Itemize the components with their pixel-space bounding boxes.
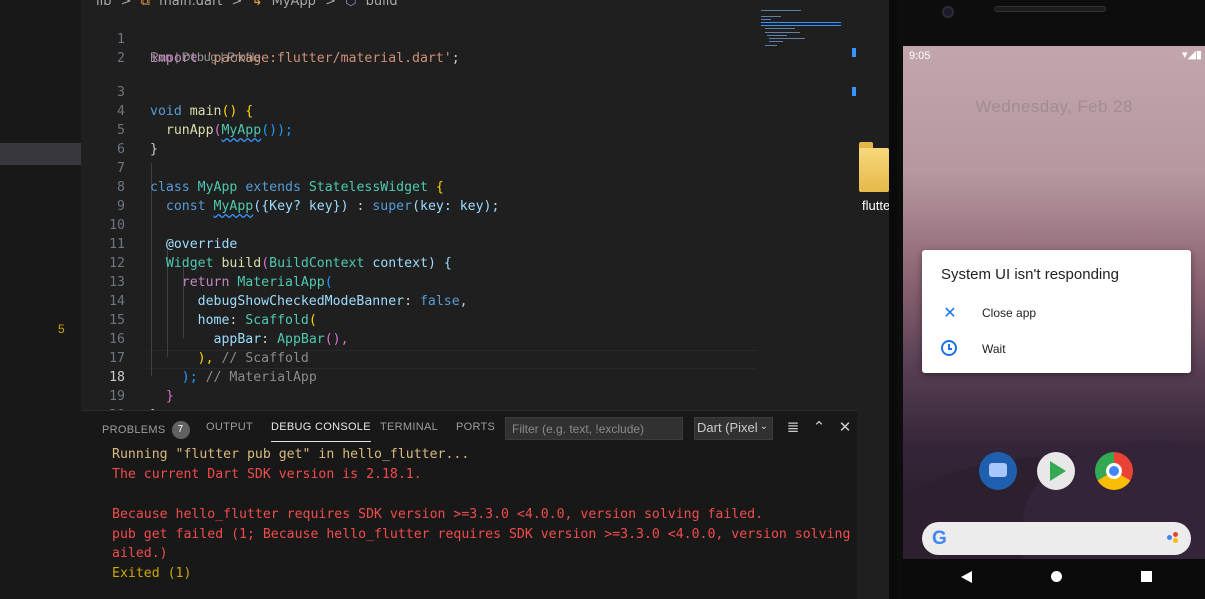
code-line: 18 } xyxy=(109,370,174,404)
tab-problems[interactable]: PROBLEMS 7 xyxy=(102,421,190,439)
code-line: 14 home: Scaffold( xyxy=(109,294,317,328)
code-line: 2 xyxy=(117,51,125,66)
dart-file-icon: ⧉ xyxy=(140,0,150,9)
home-icon[interactable] xyxy=(1051,571,1062,582)
explorer-sidebar xyxy=(0,0,81,410)
window-edge xyxy=(889,0,897,599)
breadcrumb: lib > ⧉ main.dart > ↳ MyApp > ⬡ build xyxy=(96,0,403,9)
console-line: Because hello_flutter requires SDK versi… xyxy=(112,507,764,522)
speaker-grille xyxy=(994,6,1106,12)
console-line: pub get failed (1; Because hello_flutter… xyxy=(112,527,867,542)
code-line: 20 xyxy=(81,387,771,410)
code-line: 8 const MyApp({Key? key}) : super(key: k… xyxy=(117,180,500,214)
desktop-screen: 5 lib > ⧉ main.dart > ↳ MyApp > ⬡ build … xyxy=(0,0,1205,599)
tab-debug-console[interactable]: DEBUG CONSOLE xyxy=(271,421,371,442)
recents-icon[interactable] xyxy=(1141,571,1152,582)
dialog-title: System UI isn't responding xyxy=(941,266,1119,283)
close-app-button[interactable]: ✕ Close app xyxy=(922,299,1191,329)
code-line: 1 import 'package:flutter/material.dart'… xyxy=(117,32,460,66)
method-icon: ⬡ xyxy=(345,0,357,9)
maximize-panel-icon[interactable]: ⌃ xyxy=(811,419,827,435)
code-line: 13 debugShowCheckedModeBanner: false, xyxy=(109,275,468,309)
code-line: 5 } xyxy=(117,123,158,157)
problems-count-marker: 5 xyxy=(58,322,65,336)
code-line: 12 return MaterialApp( xyxy=(109,256,333,290)
code-editor[interactable]: lib > ⧉ main.dart > ↳ MyApp > ⬡ build Ru… xyxy=(81,0,857,410)
code-line: 9 xyxy=(117,199,125,214)
panel-left-filler xyxy=(0,410,81,599)
status-time: 9:05 xyxy=(909,50,931,62)
folder-icon[interactable] xyxy=(859,142,889,192)
tab-output[interactable]: OUTPUT xyxy=(206,421,253,433)
filter-input[interactable]: Filter (e.g. text, !exclude) xyxy=(505,417,683,440)
class-icon: ↳ xyxy=(251,0,263,9)
status-bar: 9:05 ▾◢▮ xyxy=(903,46,1205,68)
close-icon: ✕ xyxy=(943,303,957,322)
chevron-down-icon: ⌄ xyxy=(759,421,768,432)
clock-icon xyxy=(941,340,957,356)
lockscreen-date: Wednesday, Feb 28 xyxy=(975,97,1133,116)
chrome-app-icon[interactable] xyxy=(1095,452,1133,490)
camera-icon xyxy=(942,6,954,18)
code-line: 19 } xyxy=(109,389,158,410)
messages-app-icon[interactable] xyxy=(979,452,1017,490)
tab-terminal[interactable]: TERMINAL xyxy=(380,421,438,433)
breadcrumb-class[interactable]: MyApp xyxy=(272,0,316,9)
console-line: The current Dart SDK version is 2.18.1. xyxy=(112,467,422,482)
breadcrumb-lib[interactable]: lib xyxy=(96,0,111,9)
signal-battery-icons: ▾◢▮ xyxy=(1181,48,1202,61)
breadcrumb-file[interactable]: main.dart xyxy=(159,0,222,9)
tab-ports[interactable]: PORTS xyxy=(456,421,495,433)
console-line: ailed.) xyxy=(112,546,168,561)
close-panel-icon[interactable]: ✕ xyxy=(837,419,853,435)
code-line: 3 void main() { xyxy=(117,85,254,119)
anr-dialog: System UI isn't responding ✕ Close app W… xyxy=(922,250,1191,373)
code-line: 17 ); // MaterialApp xyxy=(109,351,317,385)
code-line: 15 appBar: AppBar(), xyxy=(109,313,349,347)
google-search-bar[interactable]: G xyxy=(922,522,1191,555)
folder-label: flutte xyxy=(862,198,891,213)
console-line: Exited (1) xyxy=(112,566,192,581)
clear-console-icon[interactable]: ≣ xyxy=(785,419,801,435)
android-nav-bar xyxy=(903,559,1205,599)
assistant-icon[interactable] xyxy=(1167,532,1179,544)
wait-button[interactable]: Wait xyxy=(922,335,1191,365)
code-line: 6 xyxy=(117,142,125,157)
minimap[interactable] xyxy=(761,8,841,53)
debug-session-select[interactable]: Dart (Pixel ⌄ xyxy=(694,417,773,440)
code-line: 11 Widget build(BuildContext context) { xyxy=(109,237,452,271)
code-line: 10 @override xyxy=(109,218,238,252)
google-logo-icon: G xyxy=(932,528,947,549)
console-line: Running "flutter pub get" in hello_flutt… xyxy=(112,447,470,462)
code-line: 16 ), // Scaffold xyxy=(109,332,309,366)
code-line: 4 runApp(MyApp()); xyxy=(117,104,293,138)
explorer-selected-row[interactable] xyxy=(0,143,81,165)
play-store-app-icon[interactable] xyxy=(1037,452,1075,490)
problems-badge: 7 xyxy=(171,421,190,439)
bottom-panel: PROBLEMS 7 OUTPUT DEBUG CONSOLE TERMINAL … xyxy=(81,410,866,599)
code-line: 7 class MyApp extends StatelessWidget { xyxy=(117,161,444,195)
breadcrumb-method[interactable]: build xyxy=(366,0,398,9)
back-icon[interactable] xyxy=(961,571,972,583)
